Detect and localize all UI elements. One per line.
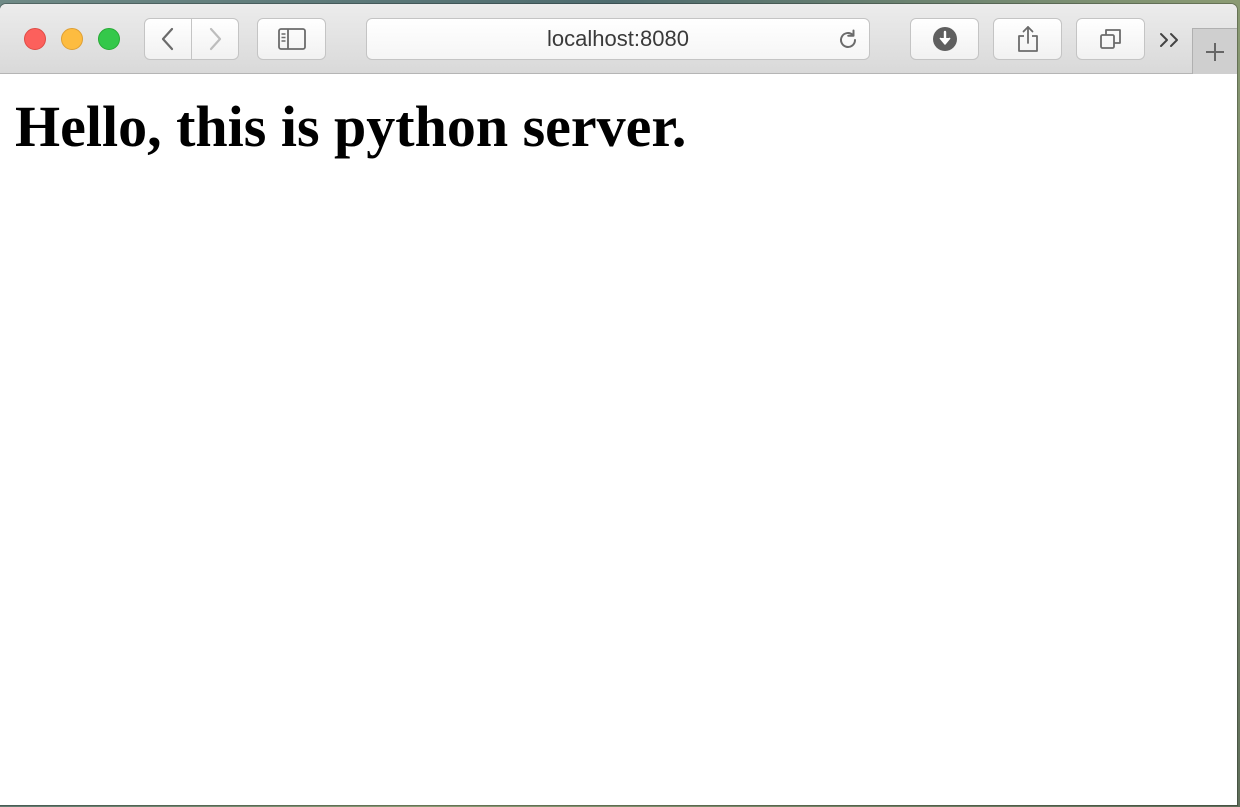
- double-chevron-right-icon: [1160, 33, 1178, 47]
- maximize-window-button[interactable]: [98, 28, 120, 50]
- back-button[interactable]: [144, 18, 192, 60]
- page-heading: Hello, this is python server.: [15, 94, 687, 159]
- share-button[interactable]: [993, 18, 1062, 60]
- close-window-button[interactable]: [24, 28, 46, 50]
- address-bar[interactable]: localhost:8080: [366, 18, 870, 60]
- downloads-button[interactable]: [910, 18, 979, 60]
- page-content: Hello, this is python server.: [0, 74, 1237, 805]
- share-icon: [1017, 26, 1038, 52]
- chevron-left-icon: [161, 27, 174, 51]
- minimize-window-button[interactable]: [61, 28, 83, 50]
- sidebar-icon: [277, 28, 306, 50]
- tabs-overview-icon: [1099, 29, 1121, 49]
- reload-icon: [840, 29, 856, 48]
- browser-toolbar: localhost:8080: [0, 4, 1237, 74]
- reload-button[interactable]: [835, 27, 861, 53]
- download-icon: [932, 27, 957, 51]
- forward-button[interactable]: [192, 18, 239, 60]
- more-toolbar-items-button[interactable]: [1156, 26, 1184, 54]
- sidebar-toggle-button[interactable]: [257, 18, 326, 60]
- chevron-right-icon: [209, 27, 222, 51]
- tab-overview-button[interactable]: [1076, 18, 1145, 60]
- new-tab-button[interactable]: [1192, 28, 1237, 74]
- browser-window: localhost:8080 Hello, this is python ser…: [0, 4, 1237, 805]
- address-url[interactable]: localhost:8080: [367, 19, 869, 59]
- plus-icon: [1206, 42, 1224, 61]
